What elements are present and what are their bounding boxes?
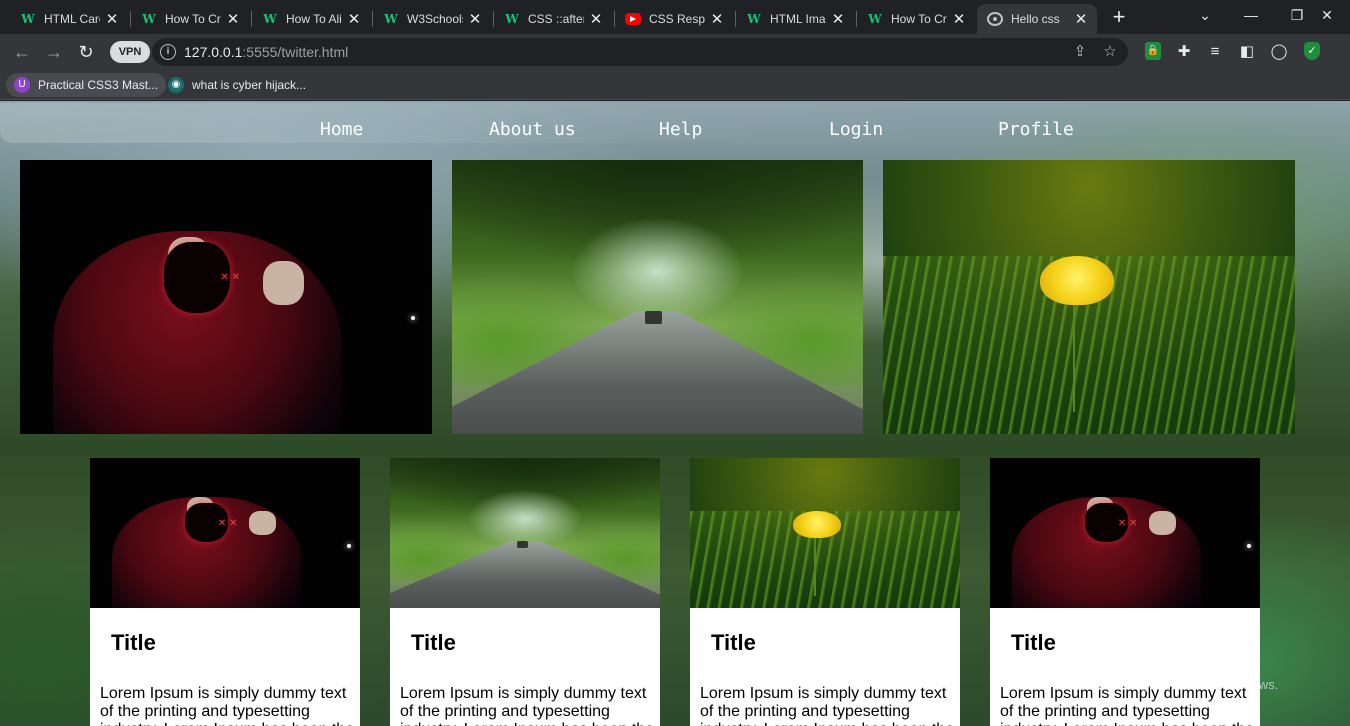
card-text: Lorem Ipsum is simply dummy text of the … <box>100 685 354 726</box>
w3schools-icon: W <box>747 12 761 26</box>
vpn-button[interactable]: VPN <box>110 41 150 63</box>
close-icon[interactable]: ✕ <box>467 10 483 28</box>
udemy-icon: U <box>14 77 30 93</box>
card: Title Lorem Ipsum is simply dummy text o… <box>690 458 960 726</box>
watermark-subtitle: Go to Settings to activate Windows. <box>1073 677 1279 692</box>
back-icon[interactable]: ← <box>10 40 34 64</box>
browser-tab[interactable]: W CSS ::after ✕ <box>494 4 612 34</box>
media-queue-icon[interactable]: ≡ <box>1205 42 1225 62</box>
yellow-flower-photo <box>883 160 1295 434</box>
bookmark-label: Practical CSS3 Mast... <box>38 78 159 92</box>
w3schools-icon: W <box>21 12 35 26</box>
tab-title: HTML Images <box>770 12 826 26</box>
close-icon[interactable]: ✕ <box>1073 10 1089 28</box>
card-title: Title <box>711 630 756 655</box>
close-icon[interactable]: ✕ <box>951 10 967 28</box>
card-title: Title <box>1011 630 1056 655</box>
close-window-button[interactable]: ✕ <box>1304 0 1350 30</box>
profile-icon[interactable]: ◯ <box>1269 42 1289 62</box>
bookmark-item[interactable]: ◉ what is cyber hijack... <box>160 73 314 97</box>
bookmarks-bar: U Practical CSS3 Mast... ◉ what is cyber… <box>0 70 1350 100</box>
site-info-icon[interactable]: i <box>160 44 176 60</box>
url-text[interactable]: 127.0.0.1:5555/twitter.html <box>184 44 348 60</box>
card-text: Lorem Ipsum is simply dummy text of the … <box>700 685 954 726</box>
hooded-figure-photo: ✕ ✕ <box>20 160 432 434</box>
vpn-lock-extension-icon[interactable]: 🔒 <box>1145 42 1161 60</box>
close-icon[interactable]: ✕ <box>104 10 120 28</box>
browser-tab[interactable]: W W3Schools ✕ <box>373 4 491 34</box>
nav-link-profile[interactable]: Profile <box>998 119 1074 140</box>
extensions-puzzle-icon[interactable]: ✚ <box>1174 42 1194 62</box>
browser-tab[interactable]: W HTML Carousel ✕ <box>10 4 128 34</box>
w3schools-icon: W <box>384 12 398 26</box>
minimize-button[interactable]: — <box>1228 0 1274 30</box>
activate-windows-watermark: Activate Windows Go to Settings to activ… <box>1073 651 1278 692</box>
close-icon[interactable]: ✕ <box>830 10 846 28</box>
close-icon[interactable]: ✕ <box>225 10 241 28</box>
page-viewport: Home About us Help Login Profile ✕ ✕ ✕ ✕ <box>0 101 1350 726</box>
close-icon[interactable]: ✕ <box>346 10 362 28</box>
browser-tab[interactable]: W How To Create ✕ <box>857 4 975 34</box>
browser-tab[interactable]: W HTML Images ✕ <box>736 4 854 34</box>
bookmark-item[interactable]: U Practical CSS3 Mast... <box>6 73 167 97</box>
browser-tab-active[interactable]: Hello css ✕ <box>977 4 1097 34</box>
w3schools-icon: W <box>142 12 156 26</box>
w3schools-icon: W <box>868 12 882 26</box>
watermark-title: Activate Windows <box>1073 651 1223 672</box>
browser-tab[interactable]: CSS Responsive ✕ <box>615 4 733 34</box>
broadcast-icon <box>987 12 1003 26</box>
browser-toolbar: ← → ↻ VPN i 127.0.0.1:5555/twitter.html … <box>0 34 1350 70</box>
shield-extension-icon[interactable]: ✓ <box>1304 42 1320 60</box>
tab-title: Hello css <box>1011 12 1060 26</box>
nav-link-about[interactable]: About us <box>489 119 576 140</box>
forest-road-photo <box>390 458 660 608</box>
close-icon[interactable]: ✕ <box>588 10 604 28</box>
w3schools-icon: W <box>505 12 519 26</box>
nav-link-help[interactable]: Help <box>659 119 702 140</box>
yellow-flower-photo <box>690 458 960 608</box>
card-title: Title <box>411 630 456 655</box>
tab-title: How To Create <box>891 12 947 26</box>
tab-title: How To Create <box>165 12 221 26</box>
card-text: Lorem Ipsum is simply dummy text of the … <box>400 685 654 726</box>
nav-link-login[interactable]: Login <box>829 119 883 140</box>
close-icon[interactable]: ✕ <box>709 10 725 28</box>
tab-title: CSS Responsive <box>649 12 705 26</box>
forest-road-photo <box>452 160 863 434</box>
tab-title: CSS ::after <box>528 12 584 26</box>
eye-icon: ◉ <box>168 77 184 93</box>
hooded-figure-photo: ✕ ✕ <box>90 458 360 608</box>
side-panel-icon[interactable]: ◧ <box>1237 42 1257 62</box>
tab-title: HTML Carousel <box>44 12 100 26</box>
hooded-figure-photo: ✕ ✕ <box>990 458 1260 608</box>
card: Title Lorem Ipsum is simply dummy text o… <box>390 458 660 726</box>
forward-icon[interactable]: → <box>42 40 66 64</box>
tab-strip: W HTML Carousel ✕ W How To Create ✕ W Ho… <box>0 0 1350 34</box>
top-nav: Home About us Help Login Profile <box>0 103 1350 143</box>
reload-icon[interactable]: ↻ <box>74 40 98 64</box>
share-icon[interactable]: ⇪ <box>1070 42 1090 62</box>
card-title: Title <box>111 630 156 655</box>
browser-tab[interactable]: W How To Create ✕ <box>131 4 249 34</box>
w3schools-icon: W <box>263 12 277 26</box>
address-bar[interactable]: i 127.0.0.1:5555/twitter.html ⇪ ☆ <box>152 38 1128 66</box>
new-tab-button[interactable]: + <box>1108 4 1130 30</box>
bookmark-star-icon[interactable]: ☆ <box>1100 42 1120 62</box>
bookmark-label: what is cyber hijack... <box>192 78 307 92</box>
youtube-icon <box>625 13 641 25</box>
tab-title: W3Schools <box>407 12 463 26</box>
card: ✕ ✕ Title Lorem Ipsum is simply dummy te… <box>90 458 360 726</box>
browser-tab[interactable]: W How To Align ✕ <box>252 4 370 34</box>
tab-title: How To Align <box>286 12 342 26</box>
tab-search-icon[interactable]: ⌄ <box>1182 0 1228 30</box>
nav-link-home[interactable]: Home <box>320 119 363 140</box>
